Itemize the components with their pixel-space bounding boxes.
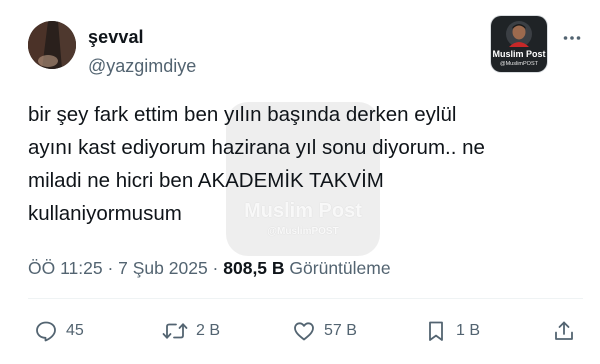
divider [28, 298, 583, 299]
meta-separator: · [102, 258, 119, 278]
meta-separator: · [207, 258, 224, 278]
like-count: 57 B [324, 322, 357, 339]
repost-button[interactable]: 2 B [162, 313, 220, 349]
like-button[interactable]: 57 B [292, 313, 357, 349]
watermark-portrait [506, 21, 532, 47]
views-label: Görüntüleme [289, 258, 391, 278]
tweet-meta: ÖÖ 11:25 · 7 Şub 2025 · 808,5 B Görüntül… [28, 258, 391, 279]
views-count: 808,5 B [223, 258, 285, 278]
share-button[interactable] [552, 313, 576, 349]
more-horizontal-icon [563, 36, 581, 40]
repost-count: 2 B [196, 322, 221, 339]
watermark-logo-badge: Muslim Post @MuslimPOST [491, 16, 547, 72]
tweet-text-line: bir şey fark ettim ben yılın başında der… [28, 103, 457, 126]
views-link[interactable]: 808,5 B Görüntüleme [223, 258, 390, 278]
reply-button[interactable]: 45 [34, 313, 84, 349]
reply-count: 45 [66, 322, 84, 339]
post-time: ÖÖ 11:25 [28, 258, 103, 278]
repost-icon [162, 323, 188, 339]
watermark-badge-title: Muslim Post [492, 49, 546, 59]
heart-icon [294, 322, 314, 341]
tweet-card: şevval @yazgimdiye Muslim Post @MuslimPO… [0, 0, 600, 364]
reply-bubble-icon [36, 321, 56, 342]
display-name[interactable]: şevval [88, 27, 144, 48]
tweet-text-line: ayını kast ediyorum hazirana yıl sonu di… [28, 136, 485, 159]
tweet-text: bir şey fark ettim ben yılın başında der… [28, 98, 583, 230]
tweet-text-line: kullaniyormusum [28, 202, 182, 225]
bookmark-button[interactable]: 1 B [424, 313, 480, 349]
avatar[interactable] [28, 21, 76, 69]
user-handle[interactable]: @yazgimdiye [88, 56, 196, 77]
timestamp-link[interactable]: ÖÖ 11:25 · 7 Şub 2025 [28, 258, 208, 278]
share-upload-icon [555, 321, 573, 340]
tweet-text-line: miladi ne hicri ben AKADEMİK TAKVİM [28, 169, 384, 192]
avatar-photo [28, 21, 76, 69]
bookmark-icon [429, 321, 443, 341]
more-options-button[interactable] [556, 22, 588, 54]
watermark-badge-subtitle: @MuslimPOST [500, 61, 538, 67]
bookmark-count: 1 B [456, 322, 481, 339]
post-date: 7 Şub 2025 [118, 258, 208, 278]
action-bar: 45 2 B 57 B 1 B [0, 313, 600, 349]
